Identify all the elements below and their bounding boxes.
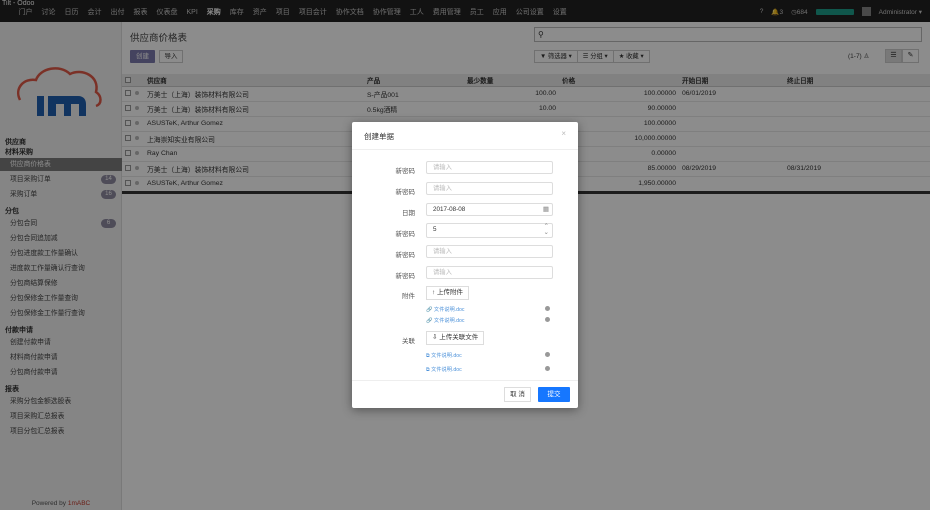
password-field-2[interactable]: 请输入 xyxy=(426,182,553,195)
remove-icon xyxy=(545,306,550,311)
attachment-file-1[interactable]: 🔗 文件说明.doc xyxy=(426,306,550,313)
close-icon[interactable]: × xyxy=(561,129,566,138)
field-label-3: 新密码 xyxy=(395,231,416,238)
attachment-file-2[interactable]: 🔗 文件说明.doc xyxy=(426,317,550,324)
related-file-2[interactable]: ⧉ 文件说明.doc xyxy=(426,366,550,374)
upload-attachment-button[interactable]: ↑ 上传附件 xyxy=(426,286,470,300)
calendar-icon: ▦ xyxy=(542,206,549,213)
date-field[interactable]: 2017-08-08 ▦ xyxy=(426,203,553,216)
cancel-button[interactable]: 取 消 xyxy=(504,387,531,402)
submit-button[interactable]: 提交 xyxy=(538,387,570,402)
related-file-1[interactable]: ⧉ 文件说明.doc xyxy=(426,352,550,360)
dialog-title: 创建单据 xyxy=(364,132,394,141)
create-document-dialog: 创建单据 × 新密码 请输入 新密码 请输入 日期 2017-08-08 ▦ 新密… xyxy=(352,122,578,408)
attach-label: 附件 xyxy=(402,293,415,300)
related-label: 关联 xyxy=(402,338,415,345)
password-field-4[interactable]: 请输入 xyxy=(426,266,553,279)
password-field-3[interactable]: 请输入 xyxy=(426,245,553,258)
field-label-2: 新密码 xyxy=(395,189,416,196)
remove-icon xyxy=(545,352,550,357)
field-label-date: 日期 xyxy=(402,210,415,217)
upload-related-button[interactable]: ⇩ 上传关联文件 xyxy=(426,331,485,345)
field-label-4: 新密码 xyxy=(395,252,416,259)
number-stepper-field[interactable]: 5 ⌃ ⌄ xyxy=(426,223,553,238)
stepper-arrows-icon: ⌃ ⌄ xyxy=(543,223,549,236)
password-field-1[interactable]: 请输入 xyxy=(426,161,553,174)
field-label-1: 新密码 xyxy=(395,168,416,175)
remove-icon xyxy=(545,317,550,322)
remove-icon xyxy=(545,366,550,371)
field-label-5: 新密码 xyxy=(395,273,416,280)
